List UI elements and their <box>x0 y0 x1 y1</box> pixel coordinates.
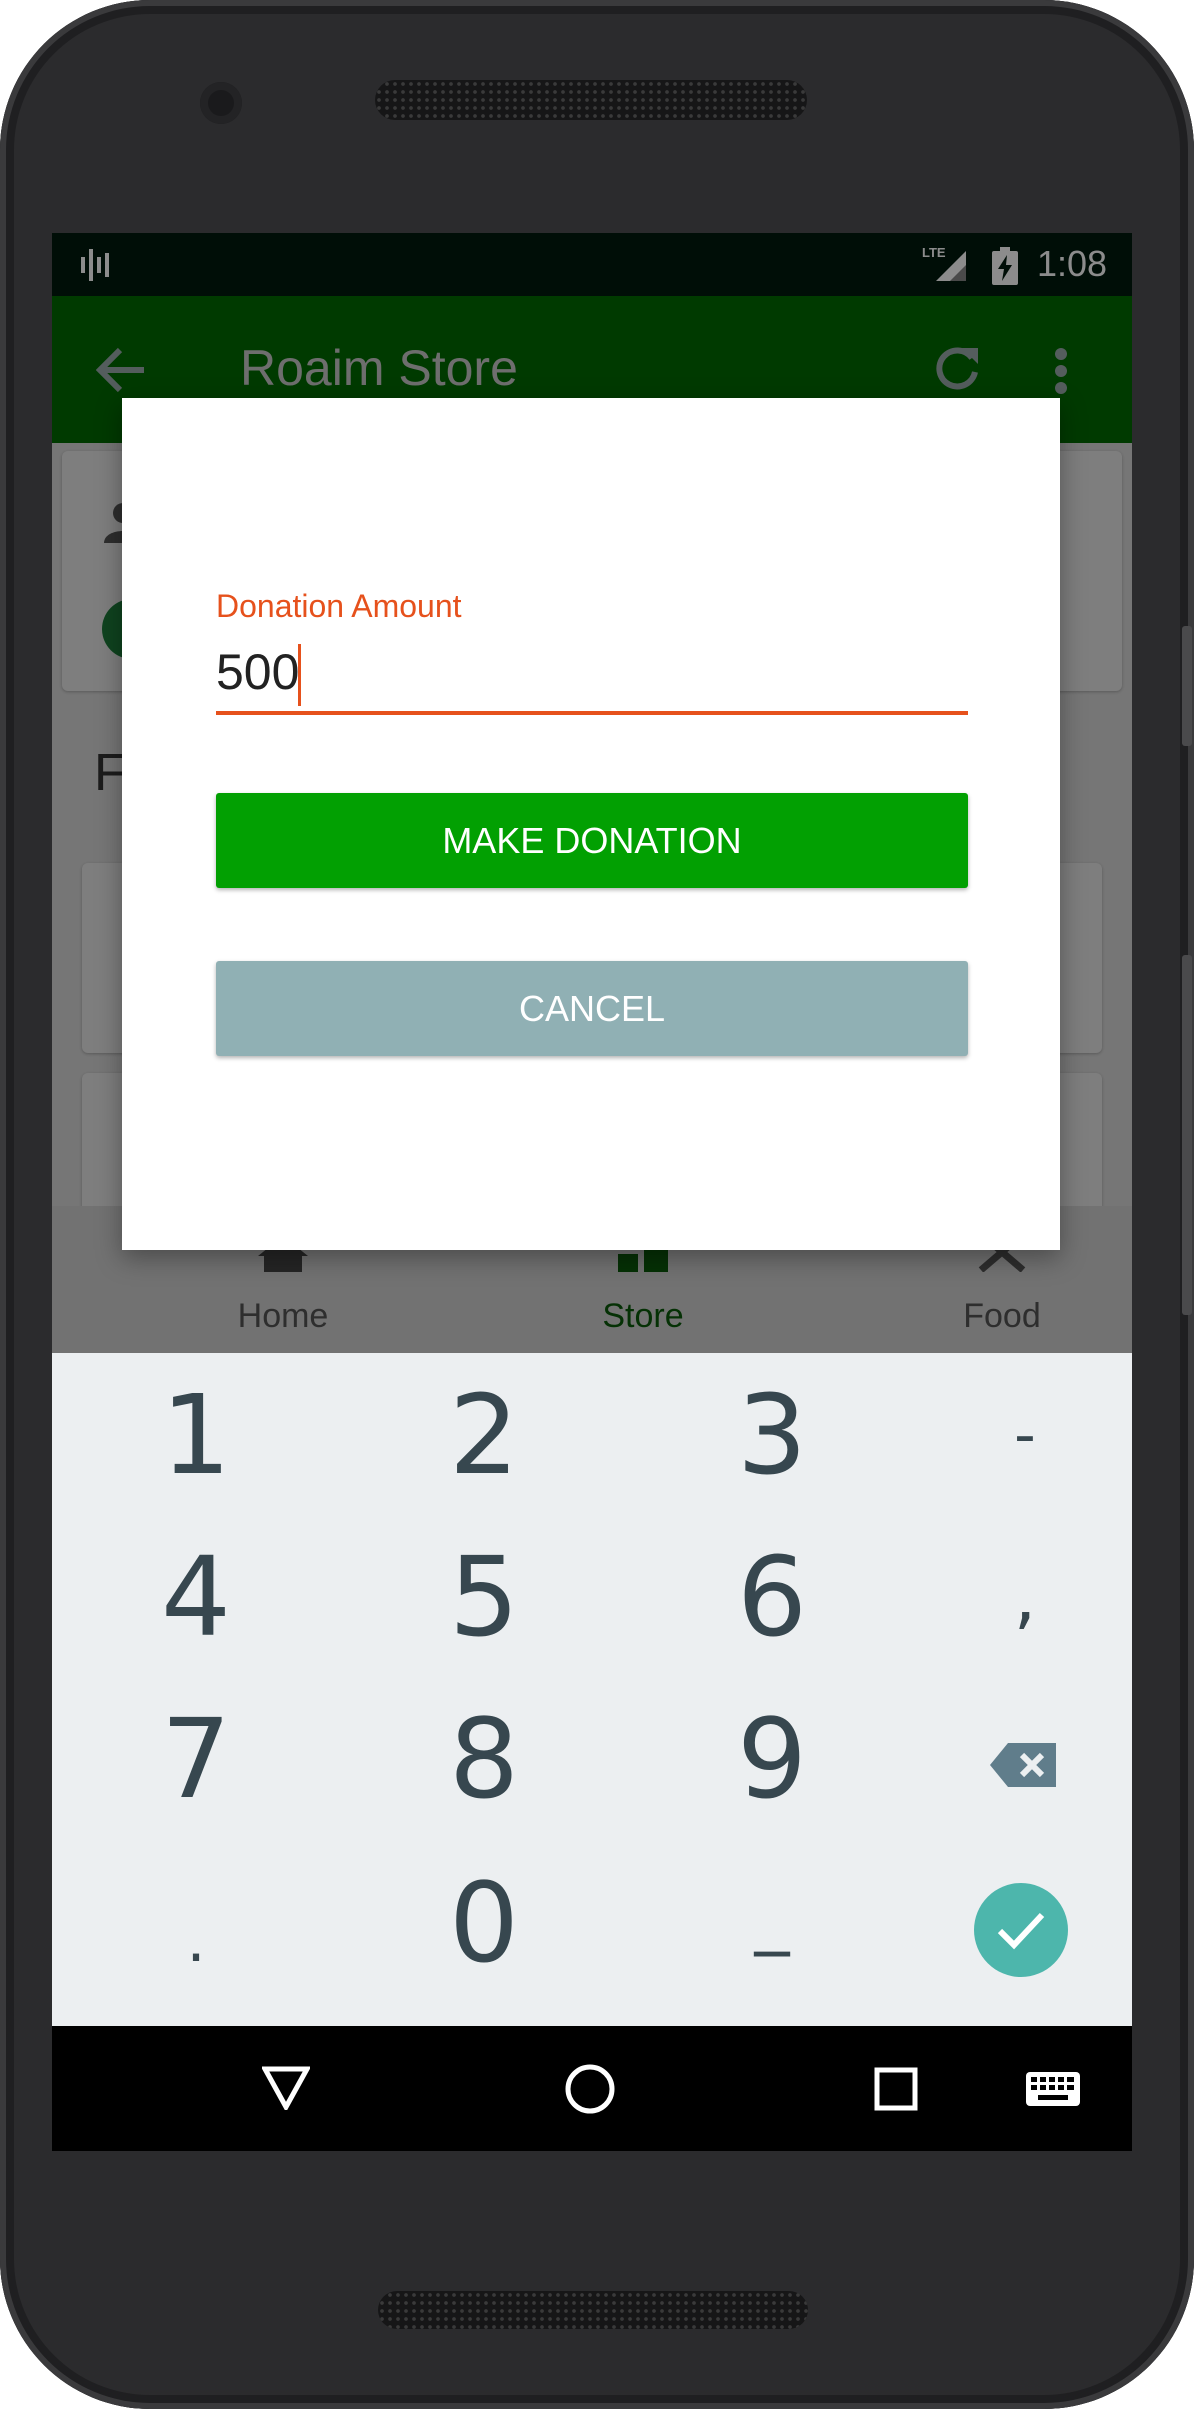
donation-dialog: Donation Amount 500 MAKE DONATION CANCEL <box>122 398 1060 1250</box>
key-comma[interactable]: , <box>890 1515 1132 1680</box>
key-6[interactable]: 6 <box>637 1515 907 1680</box>
screen: LTE 1:08 Roaim Store F Home Store Food D… <box>52 233 1132 2151</box>
key-5[interactable]: 5 <box>349 1515 619 1680</box>
top-speaker <box>375 80 807 120</box>
key-period[interactable]: . <box>61 1841 331 2006</box>
done-key[interactable] <box>974 1883 1068 1977</box>
key-2[interactable]: 2 <box>349 1353 619 1518</box>
cancel-button[interactable]: CANCEL <box>216 961 968 1056</box>
bottom-speaker <box>378 2291 808 2329</box>
key-8[interactable]: 8 <box>349 1677 619 1842</box>
key-7[interactable]: 7 <box>61 1677 331 1842</box>
key-0[interactable]: 0 <box>349 1841 619 2006</box>
check-icon <box>997 1912 1045 1950</box>
system-navigation-bar <box>52 2026 1132 2151</box>
back-triangle-icon[interactable] <box>262 2066 310 2110</box>
recents-square-icon[interactable] <box>874 2067 918 2111</box>
donation-amount-label: Donation Amount <box>216 588 462 624</box>
backspace-icon[interactable] <box>990 1743 1056 1787</box>
keyboard-icon[interactable] <box>1026 2072 1080 2106</box>
side-button-power <box>1182 626 1192 746</box>
donation-amount-input[interactable]: 500 <box>216 642 299 702</box>
side-button-volume <box>1182 955 1192 1315</box>
make-donation-button[interactable]: MAKE DONATION <box>216 793 968 888</box>
key-minus[interactable]: - <box>890 1353 1132 1518</box>
numeric-keyboard: 1 2 3 - 4 5 6 , 7 8 9 . 0 _ <box>52 1353 1132 2026</box>
home-circle-icon[interactable] <box>565 2064 615 2114</box>
key-1[interactable]: 1 <box>61 1353 331 1518</box>
text-cursor <box>298 644 301 706</box>
key-9[interactable]: 9 <box>637 1677 907 1842</box>
input-underline <box>216 711 968 715</box>
key-4[interactable]: 4 <box>61 1515 331 1680</box>
key-underscore[interactable]: _ <box>637 1841 907 2006</box>
front-camera <box>200 82 242 124</box>
key-3[interactable]: 3 <box>637 1353 907 1518</box>
